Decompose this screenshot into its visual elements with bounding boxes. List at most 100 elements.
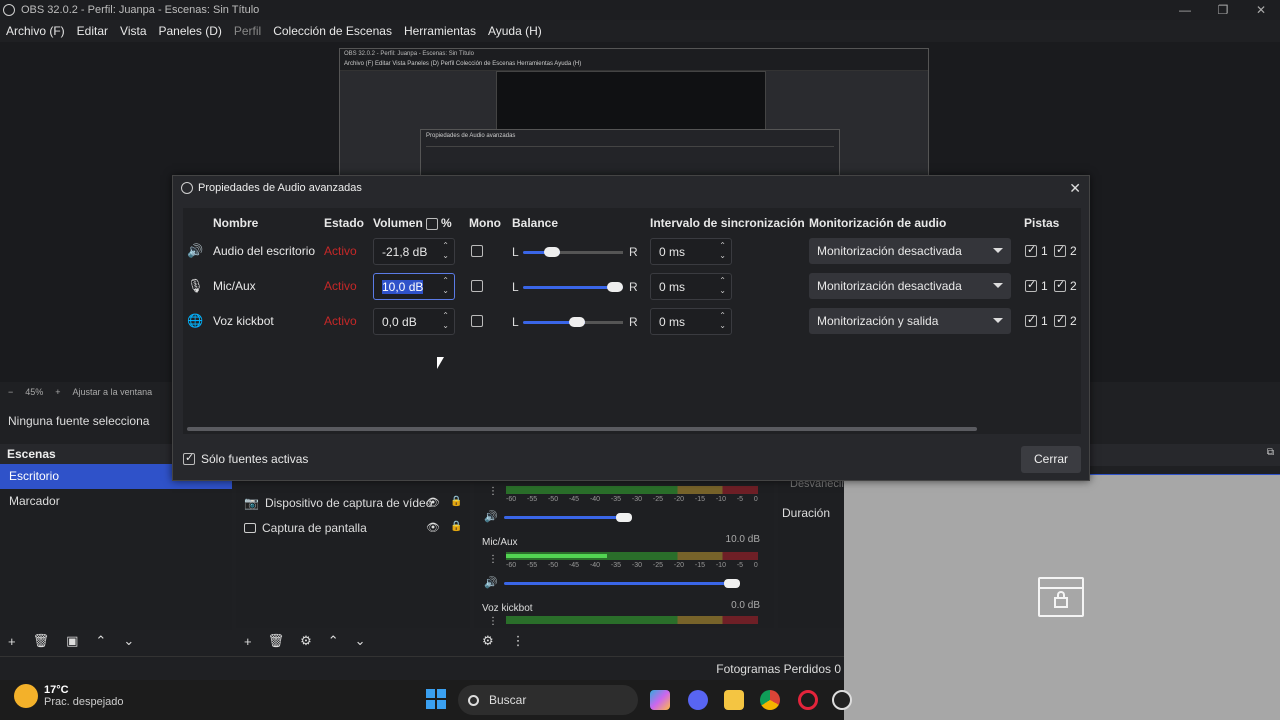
taskbar-search[interactable]: Buscar (458, 685, 638, 715)
dialog-close-icon[interactable]: ✕ (1069, 180, 1081, 197)
menu-archivo[interactable]: Archivo (F) (6, 24, 65, 38)
volume-slider-knob[interactable] (616, 513, 632, 522)
close-button[interactable]: Cerrar (1021, 446, 1081, 473)
source-properties-icon[interactable]: ⚙ (300, 633, 312, 649)
move-source-up-icon[interactable]: ⌃ (328, 633, 339, 649)
visibility-eye-icon[interactable]: 👁 (426, 496, 440, 509)
mono-checkbox[interactable] (471, 245, 483, 257)
channel-db: 10.0 dB (725, 534, 760, 545)
channel-menu-icon[interactable]: ⋮ (488, 554, 498, 565)
chevron-down-icon (993, 248, 1003, 253)
fit-window-button[interactable]: Ajustar a la ventana (73, 387, 153, 397)
volume-slider[interactable] (504, 579, 740, 588)
minimize-icon[interactable]: — (1166, 0, 1204, 20)
track-1-checkbox[interactable] (1025, 243, 1037, 257)
move-source-down-icon[interactable]: ⌄ (355, 633, 366, 649)
channel-menu-icon[interactable]: ⋮ (488, 616, 498, 627)
lock-icon[interactable]: 🔒 (450, 496, 462, 507)
globe-icon: 🌐 (187, 313, 204, 328)
sync-offset-spinbox[interactable]: 0 ms ⌃ ⌄ (650, 238, 732, 265)
spin-arrows-icon[interactable]: ⌃ ⌄ (719, 276, 726, 296)
volume-percent-checkbox[interactable] (426, 218, 438, 230)
mouse-cursor-icon (437, 357, 444, 369)
close-icon[interactable]: ✕ (1242, 0, 1280, 20)
sources-list[interactable]: 📷 Dispositivo de captura de vídeo 👁 🔒 Ca… (236, 478, 470, 628)
menu-perfil[interactable]: Perfil (234, 24, 261, 38)
menu-herramientas[interactable]: Herramientas (404, 24, 476, 38)
volume-spinbox[interactable]: 10,0 dB ⌃ ⌄ (373, 273, 455, 300)
balance-slider[interactable] (523, 247, 623, 257)
windows-start-icon[interactable] (426, 689, 446, 709)
spin-arrows-icon[interactable]: ⌃ ⌄ (442, 276, 449, 296)
monitoring-select[interactable]: Monitorización y salida (809, 308, 1011, 334)
only-active-checkbox[interactable] (183, 451, 195, 465)
menu-ayuda[interactable]: Ayuda (H) (488, 24, 542, 38)
remove-scene-icon[interactable]: 🗑 (33, 633, 50, 649)
undock-icon[interactable]: ⧉ (1267, 447, 1274, 458)
zoom-out-button[interactable]: − (8, 387, 13, 397)
mono-checkbox[interactable] (471, 315, 483, 327)
horizontal-scrollbar[interactable] (187, 427, 977, 431)
monitoring-select[interactable]: Monitorización desactivada (809, 238, 1011, 264)
remove-source-icon[interactable]: 🗑 (268, 633, 285, 649)
balance-slider[interactable] (523, 317, 623, 327)
file-explorer-icon[interactable] (724, 690, 744, 710)
scene-item-marcador[interactable]: Marcador (0, 489, 232, 514)
mute-speaker-icon[interactable]: 🔊 (484, 576, 498, 589)
obs-taskbar-icon[interactable] (832, 690, 852, 710)
lock-icon[interactable]: 🔒 (450, 521, 462, 532)
maximize-icon[interactable]: ❐ (1204, 0, 1242, 20)
spin-arrows-icon[interactable]: ⌃ ⌄ (719, 241, 726, 261)
mono-checkbox[interactable] (471, 280, 483, 292)
row-state: Activo (324, 279, 357, 293)
header-volume: Volumen (373, 216, 423, 230)
track-2-checkbox[interactable] (1054, 243, 1066, 257)
track-1-checkbox[interactable] (1025, 278, 1037, 292)
balance-knob[interactable] (544, 247, 560, 257)
volume-spinbox[interactable]: -21,8 dB ⌃ ⌄ (373, 238, 455, 265)
volume-value: 0,0 dB (382, 315, 417, 329)
scenes-list[interactable]: Escritorio Marcador (0, 464, 232, 630)
move-scene-down-icon[interactable]: ⌄ (123, 633, 134, 649)
balance-knob[interactable] (607, 282, 623, 292)
spin-arrows-icon[interactable]: ⌃ ⌄ (442, 311, 449, 331)
source-item[interactable]: Captura de pantalla 👁 🔒 (236, 515, 470, 540)
discord-icon[interactable] (688, 690, 708, 710)
spin-arrows-icon[interactable]: ⌃ ⌄ (719, 311, 726, 331)
opera-icon[interactable] (798, 690, 818, 710)
monitoring-select[interactable]: Monitorización desactivada (809, 273, 1011, 299)
sync-offset-spinbox[interactable]: 0 ms ⌃ ⌄ (650, 308, 732, 335)
chrome-icon[interactable] (760, 690, 780, 710)
volume-slider-knob[interactable] (724, 579, 740, 588)
weather-widget[interactable]: 17°C Prac. despejado (14, 684, 124, 708)
source-item[interactable]: 📷 Dispositivo de captura de vídeo 👁 🔒 (236, 490, 470, 515)
balance-knob[interactable] (569, 317, 586, 327)
menu-vista[interactable]: Vista (120, 24, 146, 38)
channel-menu-icon[interactable]: ⋮ (488, 486, 498, 497)
track-1-checkbox[interactable] (1025, 313, 1037, 327)
scene-filters-icon[interactable]: ▣ (66, 633, 78, 649)
chevron-down-icon (993, 318, 1003, 323)
visibility-eye-icon[interactable]: 👁 (426, 521, 440, 534)
menu-editar[interactable]: Editar (77, 24, 108, 38)
mute-speaker-icon[interactable]: 🔊 (484, 510, 498, 523)
sync-offset-spinbox[interactable]: 0 ms ⌃ ⌄ (650, 273, 732, 300)
zoom-in-button[interactable]: + (55, 387, 60, 397)
move-scene-up-icon[interactable]: ⌃ (95, 633, 106, 649)
spin-arrows-icon[interactable]: ⌃ ⌄ (442, 241, 449, 261)
balance-slider[interactable] (523, 282, 623, 292)
advanced-audio-gear-icon[interactable]: ⚙ (482, 633, 494, 649)
volume-slider[interactable] (504, 513, 632, 522)
volume-value: 10,0 dB (382, 280, 424, 294)
copilot-icon[interactable] (650, 690, 670, 710)
menu-coleccion[interactable]: Colección de Escenas (273, 24, 392, 38)
preview-canvas[interactable]: OBS 32.0.2 - Perfil: Juanpa - Escenas: S… (339, 48, 929, 179)
mixer-menu-icon[interactable]: ⋮ (512, 633, 525, 649)
track-2-checkbox[interactable] (1054, 278, 1066, 292)
channel-db: 0.0 dB (731, 600, 760, 611)
menu-paneles[interactable]: Paneles (D) (159, 24, 222, 38)
volume-spinbox[interactable]: 0,0 dB ⌃ ⌄ (373, 308, 455, 335)
add-source-icon[interactable]: + (244, 634, 252, 649)
add-scene-icon[interactable]: + (8, 634, 16, 649)
track-2-checkbox[interactable] (1054, 313, 1066, 327)
